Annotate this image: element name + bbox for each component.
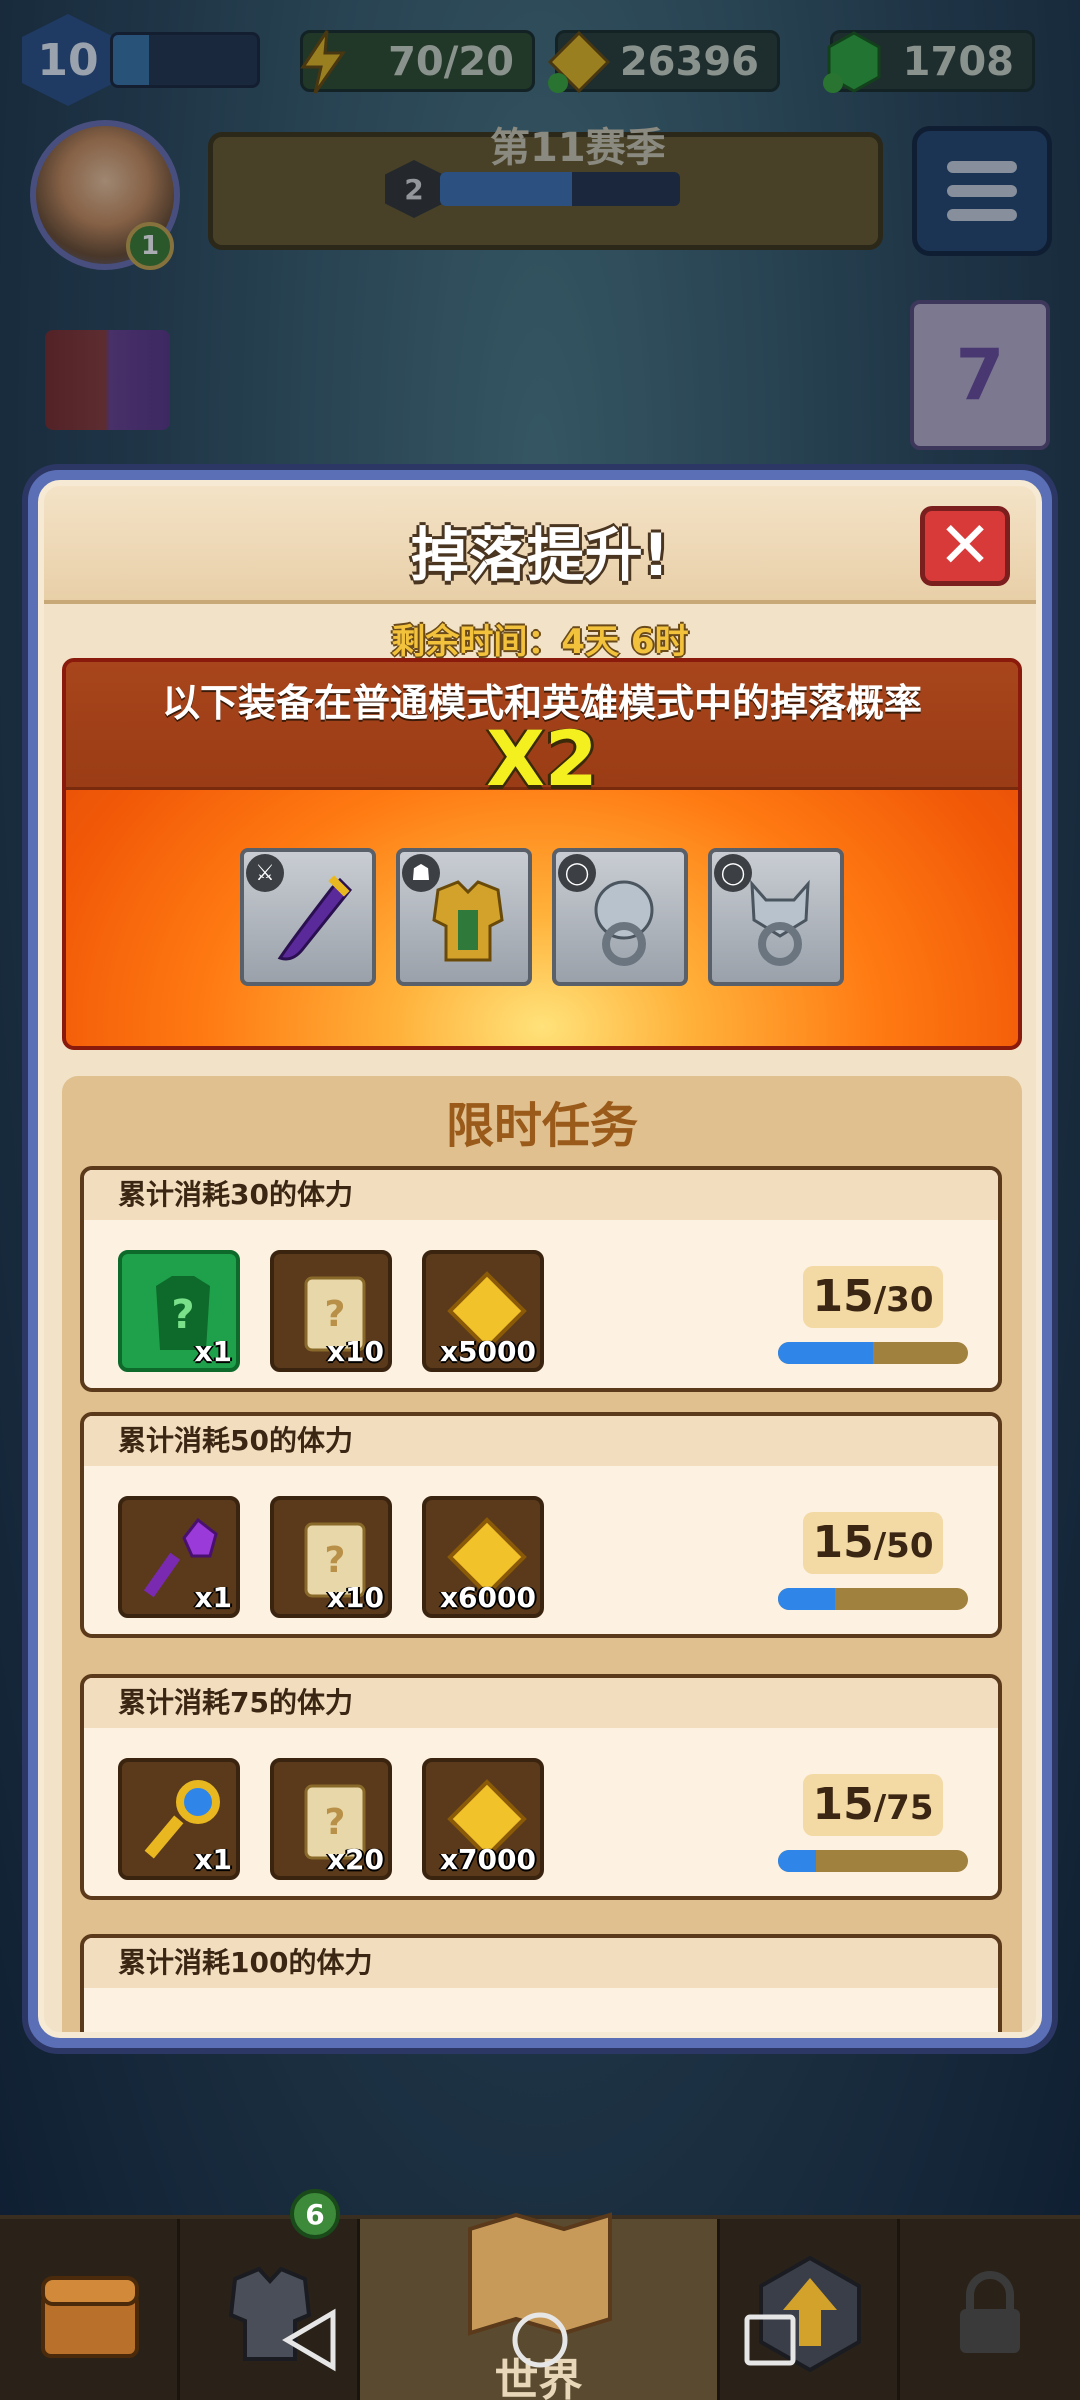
task-progress: 15/50 [778,1512,968,1610]
task-row: 累计消耗30的体力 ? x1 ? x10 x5000 15/30 [80,1166,1002,1392]
nav-shop[interactable] [0,2219,180,2400]
remaining-time: 剩余时间：4天 6时 [391,622,689,662]
reward-qty: x10 [326,1581,384,1614]
task-title: 累计消耗100的体力 [84,1938,998,1988]
progress-bar [778,1588,968,1610]
sword-icon [277,875,353,961]
task-row: 累计消耗50的体力 x1 ? x10 x6000 15/50 [80,1412,1002,1638]
armor-icon [432,880,504,962]
close-button[interactable]: ✕ [920,506,1010,586]
reward-qty: x1 [194,1335,232,1368]
reward-gold[interactable]: x6000 [422,1496,544,1618]
lock-icon [960,2271,1020,2353]
lion-ring-icon [594,880,654,966]
reward-qty: x20 [326,1843,384,1876]
drop-boost-modal: 掉落提升! ✕ 剩余时间：4天 6时 以下装备在普通模式和英雄模式中的掉落概率 … [28,470,1052,2048]
reward-qty: x6000 [440,1581,536,1614]
nav-locked [900,2219,1080,2400]
reward-qty: x1 [194,1843,232,1876]
reward-random-item[interactable]: ? x1 [118,1250,240,1372]
task-title: 累计消耗50的体力 [84,1416,998,1466]
task-progress: 15/75 [778,1774,968,1872]
modal-title: 掉落提升! [410,521,670,589]
svg-text:?: ? [171,1292,194,1338]
equip-lion-ring[interactable]: ◯ [552,848,688,986]
reward-scroll[interactable]: ? x10 [270,1496,392,1618]
back-nav-icon[interactable] [275,2305,345,2375]
reward-purple-key[interactable]: x1 [118,1496,240,1618]
equipment-badge: 6 [290,2189,340,2239]
progress-current: 15 [812,1517,874,1568]
reward-scroll[interactable]: ? x20 [270,1758,392,1880]
progress-bar [778,1342,968,1364]
home-nav-icon[interactable] [505,2305,575,2375]
equip-sword[interactable]: ⚔ [240,848,376,986]
wolf-ring-icon [750,879,810,966]
task-row: 累计消耗75的体力 x1 ? x20 x7000 15/75 [80,1674,1002,1900]
reward-gold[interactable]: x5000 [422,1250,544,1372]
reward-qty: x7000 [440,1843,536,1876]
boost-panel: 以下装备在普通模式和英雄模式中的掉落概率 X2 ⚔ ☗ ◯ ◯ [62,658,1022,1050]
boost-multiplier: X2 [486,714,598,803]
reward-qty: x5000 [440,1335,536,1368]
progress-current: 15 [812,1779,874,1830]
svg-text:?: ? [325,1540,346,1581]
limited-tasks: 限时任务 累计消耗30的体力 ? x1 ? x10 x5000 15/30 累计… [62,1076,1022,2032]
progress-total: /75 [873,1788,934,1828]
equip-wolf-ring[interactable]: ◯ [708,848,844,986]
tasks-title: 限时任务 [445,1098,638,1154]
reward-qty: x1 [194,1581,232,1614]
reward-gold-key[interactable]: x1 [118,1758,240,1880]
svg-text:?: ? [325,1802,346,1843]
task-title: 累计消耗75的体力 [84,1678,998,1728]
progress-total: /30 [873,1280,934,1320]
task-row: 累计消耗100的体力 [80,1934,1002,2032]
chest-icon [41,2276,139,2358]
progress-total: /50 [873,1526,934,1566]
task-title: 累计消耗30的体力 [84,1170,998,1220]
reward-scroll[interactable]: ? x10 [270,1250,392,1372]
progress-current: 15 [812,1271,874,1322]
progress-bar [778,1850,968,1872]
close-icon: ✕ [938,509,992,583]
svg-text:?: ? [325,1294,346,1335]
reward-qty: x10 [326,1335,384,1368]
reward-gold[interactable]: x7000 [422,1758,544,1880]
equip-armor[interactable]: ☗ [396,848,532,986]
task-progress: 15/30 [778,1266,968,1364]
modal-header: 掉落提升! ✕ [44,486,1036,604]
recents-nav-icon[interactable] [735,2305,805,2375]
